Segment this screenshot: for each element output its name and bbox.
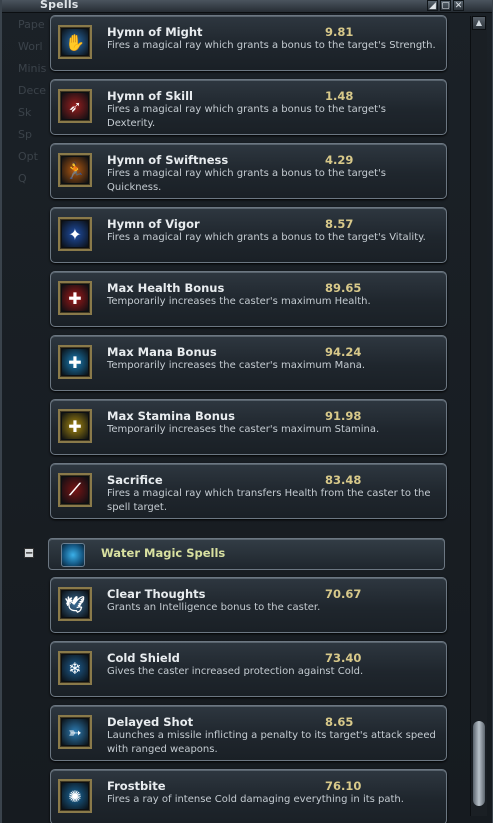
spell-value: 8.57 [325, 217, 354, 231]
spell-description: Grants an Intelligence bonus to the cast… [107, 602, 321, 613]
frostbite-icon: ✺ [62, 783, 88, 809]
spell-name: Clear Thoughts [107, 587, 206, 601]
delayed-shot-icon: ➳ [62, 719, 88, 745]
spell-description: Gives the caster increased protection ag… [107, 666, 364, 677]
cold-shield-icon: ❄ [62, 655, 88, 681]
spell-description: Fires a magical ray which transfers Heal… [107, 488, 431, 513]
might-icon: ✋ [62, 29, 88, 55]
spell-value: 91.98 [325, 409, 362, 423]
collapse-button[interactable]: − [24, 548, 34, 559]
spell-name: Max Mana Bonus [107, 345, 217, 359]
spell-name: Frostbite [107, 779, 166, 793]
spell-name: Cold Shield [107, 651, 180, 665]
spell-card[interactable]: ✋ Hymn of Might 9.81 Fires a magical ray wh… [50, 15, 447, 71]
spell-name: Max Stamina Bonus [107, 409, 235, 423]
spell-value: 8.65 [325, 715, 354, 729]
swiftness-icon: 🏃 [62, 157, 88, 183]
spell-card[interactable]: ✺ Frostbite 76.10 Fires a ray of intense Co… [50, 769, 447, 823]
section-label: Water Magic Spells [101, 546, 226, 560]
spell-value: 1.48 [325, 89, 354, 103]
spell-card[interactable]: ➶ Hymn of Skill 1.48 Fires a magical ray wh… [50, 79, 447, 135]
spell-value: 83.48 [325, 473, 362, 487]
spell-description: Fires a magical ray which grants a bonus… [107, 232, 426, 243]
spell-value: 73.40 [325, 651, 362, 665]
scroll-up-arrow[interactable]: ▲ [472, 16, 486, 30]
spell-name: Hymn of Skill [107, 89, 193, 103]
spell-icon-frame: 🏃 [58, 153, 92, 187]
spell-icon-frame: ✦ [58, 217, 92, 251]
spell-name: Hymn of Vigor [107, 217, 200, 231]
spell-icon-frame: 🕊 [58, 587, 92, 621]
water-magic-icon [61, 543, 85, 567]
spell-description: Temporarily increases the caster's maxim… [107, 296, 371, 307]
scroll-thumb[interactable] [473, 721, 485, 806]
spell-icon-frame: ➶ [58, 89, 92, 123]
spell-card[interactable]: ✚ Max Mana Bonus 94.24 Temporarily increase… [50, 335, 447, 391]
spell-card[interactable]: ❄ Cold Shield 73.40 Gives the caster increa… [50, 641, 447, 697]
spell-value: 4.29 [325, 153, 354, 167]
spell-icon-frame: ✋ [58, 25, 92, 59]
spell-card[interactable]: ✚ Max Health Bonus 89.65 Temporarily increa… [50, 271, 447, 327]
spell-value: 9.81 [325, 25, 354, 39]
spell-list: ✋ Hymn of Might 9.81 Fires a magical ray wh… [2, 0, 467, 823]
mana-icon: ✚ [62, 349, 88, 375]
spell-icon-frame: ➳ [58, 715, 92, 749]
spell-description: Launches a missile inflicting a penalty … [107, 730, 436, 755]
spell-icon-frame: ✚ [58, 345, 92, 379]
spell-card[interactable]: ⟋ Sacrifice 83.48 Fires a magical ray which… [50, 463, 447, 519]
spell-value: 76.10 [325, 779, 362, 793]
stamina-icon: ✚ [62, 413, 88, 439]
spell-card[interactable]: ✦ Hymn of Vigor 8.57 Fires a magical ray wh… [50, 207, 447, 263]
spell-icon-frame: ✺ [58, 779, 92, 813]
spell-description: Fires a magical ray which grants a bonus… [107, 40, 436, 51]
spell-description: Temporarily increases the caster's maxim… [107, 360, 366, 371]
spell-icon-frame: ❄ [58, 651, 92, 685]
section-header-water-magic[interactable]: Water Magic Spells [48, 538, 445, 570]
spells-window: Pape Worl Minis Dece Sk Sp Opt Q Spells ◢ ▢ ✕ ✋… [0, 0, 493, 823]
spell-name: Sacrifice [107, 473, 163, 487]
spell-card[interactable]: 🏃 Hymn of Swiftness 4.29 Fires a magical ra… [50, 143, 447, 199]
spell-value: 70.67 [325, 587, 362, 601]
spell-card[interactable]: 🕊 Clear Thoughts 70.67 Grants an Intelligen… [50, 577, 447, 633]
spell-icon-frame: ✚ [58, 281, 92, 315]
spell-name: Hymn of Swiftness [107, 153, 229, 167]
spell-name: Delayed Shot [107, 715, 194, 729]
vigor-icon: ✦ [62, 221, 88, 247]
spell-name: Hymn of Might [107, 25, 203, 39]
spell-description: Fires a magical ray which grants a bonus… [107, 104, 387, 129]
spell-icon-frame: ⟋ [58, 473, 92, 507]
spell-name: Max Health Bonus [107, 281, 225, 295]
spell-icon-frame: ✚ [58, 409, 92, 443]
spell-description: Fires a magical ray which grants a bonus… [107, 168, 387, 193]
skill-icon: ➶ [62, 93, 88, 119]
scrollbar[interactable]: ▲ [470, 16, 487, 816]
spell-card[interactable]: ➳ Delayed Shot 8.65 Launches a missile infl… [50, 705, 447, 761]
sacrifice-icon: ⟋ [62, 477, 88, 503]
spell-value: 94.24 [325, 345, 362, 359]
clear-thoughts-icon: 🕊 [62, 591, 88, 617]
spell-description: Fires a ray of intense Cold damaging eve… [107, 794, 404, 805]
spell-card[interactable]: ✚ Max Stamina Bonus 91.98 Temporarily incre… [50, 399, 447, 455]
spell-value: 89.65 [325, 281, 362, 295]
spell-description: Temporarily increases the caster's maxim… [107, 424, 380, 435]
health-icon: ✚ [62, 285, 88, 311]
